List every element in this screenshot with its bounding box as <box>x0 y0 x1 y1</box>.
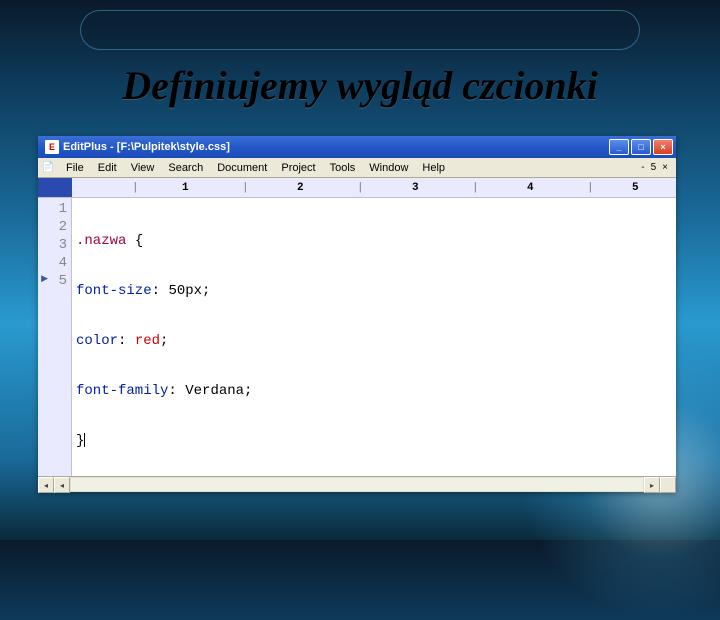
menu-document[interactable]: Document <box>210 160 274 176</box>
scroll-right-button[interactable]: ▸ <box>644 477 660 493</box>
document-icon: 📄 <box>41 161 55 175</box>
decoration-top-frame <box>80 10 640 50</box>
mdi-minimize[interactable]: - <box>639 162 646 173</box>
css-selector: .nazwa <box>76 233 126 249</box>
ruler-tick: | <box>132 178 139 197</box>
scroll-left2-button[interactable]: ◂ <box>54 477 70 493</box>
app-icon: E <box>45 140 59 154</box>
slide-title: Definiujemy wygląd czcionki <box>0 62 720 109</box>
editor-area: 1 2 3 4 5 ▶ .nazwa { font-size: 50px; co… <box>38 198 676 476</box>
menu-view[interactable]: View <box>124 160 162 176</box>
ruler-col-1: 1 <box>182 178 189 197</box>
ruler-tick: | <box>357 178 364 197</box>
ruler-tick: | <box>587 178 594 197</box>
ruler-tick: | <box>242 178 249 197</box>
css-property: color <box>76 333 118 349</box>
line-number: 4 <box>38 254 67 272</box>
menu-search[interactable]: Search <box>161 160 210 176</box>
line-number: 3 <box>38 236 67 254</box>
css-semi: ; <box>244 383 252 399</box>
css-colon: : <box>152 283 169 299</box>
code-line: .nazwa { <box>76 232 676 250</box>
ruler-tick: | <box>472 178 479 197</box>
line-number: 1 <box>38 200 67 218</box>
ruler-inner: | 1 | 2 | 3 | 4 | 5 <box>72 178 676 197</box>
close-button[interactable]: × <box>653 139 673 155</box>
mdi-label: 5 <box>651 162 657 173</box>
window-controls: _ □ × <box>609 139 673 155</box>
menu-tools[interactable]: Tools <box>323 160 363 176</box>
scroll-corner <box>660 477 676 493</box>
ruler-col-5: 5 <box>632 178 639 197</box>
ruler-margin <box>38 178 72 197</box>
css-value: red <box>135 333 160 349</box>
menu-bar: 📄 File Edit View Search Document Project… <box>38 158 676 178</box>
mdi-close[interactable]: × <box>660 162 670 173</box>
text-cursor <box>84 433 85 447</box>
column-ruler: | 1 | 2 | 3 | 4 | 5 <box>38 178 676 198</box>
menu-file[interactable]: File <box>59 160 91 176</box>
menu-project[interactable]: Project <box>274 160 322 176</box>
css-brace: } <box>76 433 84 449</box>
css-semi: ; <box>202 283 210 299</box>
horizontal-scrollbar[interactable]: ◂ ◂ ▸ <box>38 476 676 492</box>
scroll-track[interactable] <box>70 477 644 492</box>
menu-window[interactable]: Window <box>362 160 415 176</box>
window-title-text: EditPlus - [F:\Pulpitek\style.css] <box>63 141 609 153</box>
css-property: font-size <box>76 283 152 299</box>
css-property: font-family <box>76 383 168 399</box>
code-line: font-family: Verdana; <box>76 382 676 400</box>
current-line-arrow-icon: ▶ <box>40 274 48 284</box>
css-semi: ; <box>160 333 168 349</box>
code-line: color: red; <box>76 332 676 350</box>
code-line: font-size: 50px; <box>76 282 676 300</box>
mdi-controls: - 5 × <box>639 162 676 173</box>
ruler-col-4: 4 <box>527 178 534 197</box>
css-colon: : <box>168 383 185 399</box>
scroll-left-button[interactable]: ◂ <box>38 477 54 493</box>
menu-edit[interactable]: Edit <box>91 160 124 176</box>
line-number-gutter: 1 2 3 4 5 ▶ <box>38 198 72 476</box>
maximize-button[interactable]: □ <box>631 139 651 155</box>
css-value: 50px <box>168 283 202 299</box>
code-area[interactable]: .nazwa { font-size: 50px; color: red; fo… <box>72 198 676 476</box>
css-brace: { <box>126 233 143 249</box>
css-colon: : <box>118 333 135 349</box>
window-titlebar[interactable]: E EditPlus - [F:\Pulpitek\style.css] _ □… <box>38 136 676 158</box>
line-number: 2 <box>38 218 67 236</box>
menu-help[interactable]: Help <box>415 160 452 176</box>
code-line: } <box>76 432 676 450</box>
ruler-col-2: 2 <box>297 178 304 197</box>
editplus-window: E EditPlus - [F:\Pulpitek\style.css] _ □… <box>38 136 676 492</box>
css-value: Verdana <box>185 383 244 399</box>
minimize-button[interactable]: _ <box>609 139 629 155</box>
ruler-col-3: 3 <box>412 178 419 197</box>
